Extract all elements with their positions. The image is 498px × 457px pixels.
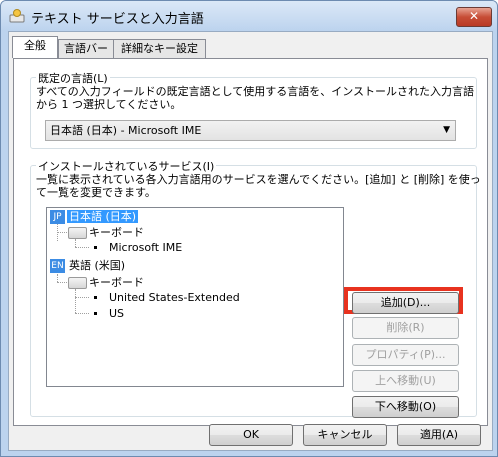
tree-line: [75, 297, 89, 298]
tab-advanced-key-settings[interactable]: 詳細なキー設定: [113, 39, 206, 58]
tree-node-en-keyboard[interactable]: キーボード: [89, 275, 144, 290]
cancel-button[interactable]: キャンセル: [303, 424, 387, 446]
tree-node-microsoft-ime[interactable]: Microsoft IME: [109, 240, 182, 255]
default-language-desc-line2: から 1 つ選択してください。: [36, 98, 182, 111]
tree-line: [75, 289, 76, 313]
tree-node-japanese[interactable]: 日本語 (日本): [67, 209, 139, 224]
properties-button[interactable]: プロパティ(P)...: [352, 344, 459, 366]
jp-flag-icon: JP: [50, 210, 65, 224]
tree-line: [57, 232, 67, 233]
move-down-button[interactable]: 下へ移動(O): [352, 396, 459, 418]
dialog-client: 全般 言語バー 詳細なキー設定 既定の言語(L) すべての入力フィールドの既定言…: [8, 31, 493, 451]
keyboard-icon: [68, 227, 87, 239]
tab-general[interactable]: 全般: [12, 36, 58, 58]
tree-node-jp-keyboard[interactable]: キーボード: [89, 225, 144, 240]
bullet-icon: [94, 296, 97, 299]
close-icon: ✕: [468, 9, 480, 23]
tree-line: [57, 274, 58, 282]
tree-line: [57, 282, 67, 283]
tree-node-us[interactable]: US: [109, 306, 124, 321]
chevron-down-icon: ▼: [443, 125, 450, 135]
default-language-desc-line1: すべての入力フィールドの既定言語として使用する言語を、インストールされた入力言語: [36, 85, 475, 98]
window-title: テキスト サービスと入力言語: [31, 12, 204, 27]
bullet-icon: [94, 246, 97, 249]
tree-node-us-extended[interactable]: United States-Extended: [109, 290, 240, 305]
tree-node-japanese-label: 日本語 (日本): [67, 210, 139, 223]
installed-services-label: インストールされているサービス(I): [36, 158, 217, 174]
tree-line: [75, 239, 76, 247]
remove-button[interactable]: 削除(R): [352, 317, 459, 339]
services-tree[interactable]: JP 日本語 (日本) キーボード Microsoft IME EN 英語 (米…: [46, 207, 344, 387]
default-language-select[interactable]: 日本語 (日本) - Microsoft IME ▼: [45, 120, 456, 141]
installed-services-desc-line2: て一覧を変更できます。: [36, 186, 156, 199]
installed-services-description: 一覧に表示されている各入力言語用のサービスを選んでください。[追加] と [削除…: [36, 173, 481, 199]
en-flag-icon: EN: [50, 259, 65, 273]
tab-language-bar[interactable]: 言語バー: [58, 39, 114, 58]
tree-line: [75, 313, 89, 314]
close-button[interactable]: ✕: [456, 7, 492, 27]
keyboard-app-icon: [9, 9, 25, 23]
default-language-description: すべての入力フィールドの既定言語として使用する言語を、インストールされた入力言語…: [36, 85, 474, 111]
tree-line: [75, 247, 89, 248]
default-language-label: 既定の言語(L): [36, 70, 110, 86]
add-button[interactable]: 追加(D)...: [352, 292, 459, 314]
tab-panel: 既定の言語(L) すべての入力フィールドの既定言語として使用する言語を、インスト…: [13, 58, 488, 426]
default-language-value: 日本語 (日本) - Microsoft IME: [50, 124, 202, 137]
apply-button[interactable]: 適用(A): [397, 424, 481, 446]
move-up-button[interactable]: 上へ移動(U): [352, 370, 459, 392]
dialog-window: テキスト サービスと入力言語 ✕ 全般 言語バー 詳細なキー設定 既定の言語(L…: [0, 0, 498, 457]
ok-button[interactable]: OK: [209, 424, 293, 446]
tree-node-english[interactable]: 英語 (米国): [69, 258, 125, 273]
bullet-icon: [94, 312, 97, 315]
installed-services-desc-line1: 一覧に表示されている各入力言語用のサービスを選んでください。[追加] と [削除…: [36, 173, 481, 186]
keyboard-icon: [68, 277, 87, 289]
title-bar[interactable]: テキスト サービスと入力言語 ✕: [1, 1, 497, 31]
